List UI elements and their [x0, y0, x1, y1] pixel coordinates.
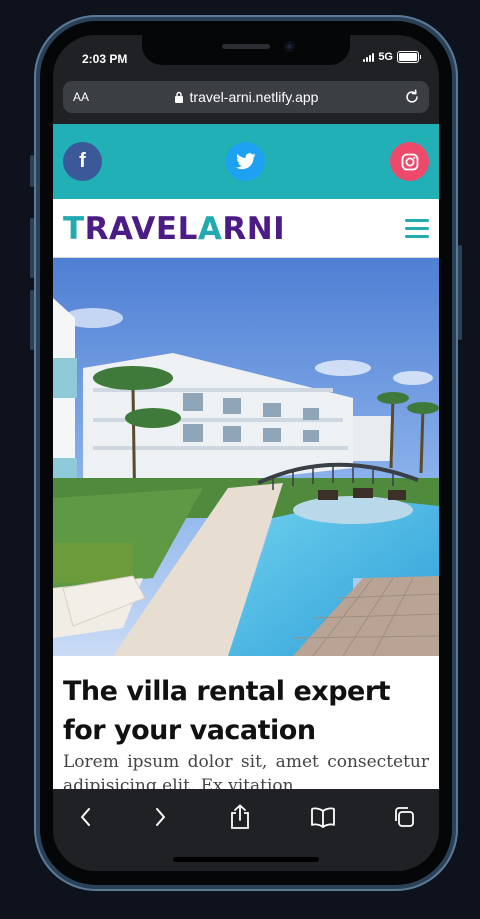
url-text: travel-arni.netlify.app — [189, 89, 319, 105]
phone-screen: 2:03 PM 5G AA travel-arni.netlify.app f — [53, 35, 439, 871]
logo-letter-t: T — [63, 211, 85, 247]
earpiece-speaker — [222, 44, 270, 49]
hero-body-text: Lorem ipsum dolor sit, amet consectetur … — [63, 752, 429, 789]
twitter-icon — [235, 153, 256, 170]
instagram-button[interactable] — [390, 142, 429, 181]
battery-icon — [397, 51, 421, 63]
share-button[interactable] — [226, 803, 254, 831]
chevron-right-icon — [156, 808, 165, 826]
url-display[interactable]: travel-arni.netlify.app — [89, 89, 403, 105]
status-time: 2:03 PM — [82, 52, 128, 66]
bookmarks-button[interactable] — [309, 803, 337, 831]
tabs-button[interactable] — [390, 803, 418, 831]
network-type: 5G — [378, 51, 393, 63]
hero-headline: The villa rental expert for your vacatio… — [63, 676, 391, 746]
instagram-icon — [401, 153, 418, 170]
home-indicator — [173, 857, 319, 862]
menu-icon[interactable] — [405, 219, 429, 238]
browser-toolbar — [53, 789, 439, 871]
forward-button[interactable] — [147, 803, 175, 831]
power-button — [458, 245, 462, 340]
reader-settings-button[interactable]: AA — [73, 90, 89, 104]
back-button[interactable] — [71, 803, 99, 831]
silent-switch — [30, 155, 34, 187]
status-indicators: 5G — [363, 51, 421, 63]
tabs-icon — [395, 807, 414, 827]
facebook-icon: f — [79, 150, 86, 172]
share-icon — [231, 804, 249, 829]
volume-up-button — [30, 218, 34, 278]
reload-icon[interactable] — [403, 88, 421, 106]
address-bar[interactable]: AA travel-arni.netlify.app — [63, 81, 429, 113]
signal-icon — [363, 52, 375, 62]
logo-letter-a: A — [197, 211, 223, 247]
lock-icon — [174, 91, 183, 103]
twitter-button[interactable] — [226, 142, 265, 181]
notch — [142, 35, 350, 65]
webpage: f TRAVELARNI The villa rental expert for… — [53, 124, 439, 789]
chevron-left-icon — [81, 808, 90, 826]
front-camera — [284, 41, 295, 52]
site-header: TRAVELARNI — [53, 199, 439, 258]
logo-text-2: RNI — [222, 211, 286, 247]
volume-down-button — [30, 290, 34, 350]
logo-text-1: RAVEL — [84, 211, 198, 247]
book-icon — [311, 807, 335, 828]
social-bar: f — [53, 124, 439, 199]
site-logo[interactable]: TRAVELARNI — [63, 211, 285, 247]
hero-image — [53, 258, 439, 656]
facebook-button[interactable]: f — [63, 142, 102, 181]
